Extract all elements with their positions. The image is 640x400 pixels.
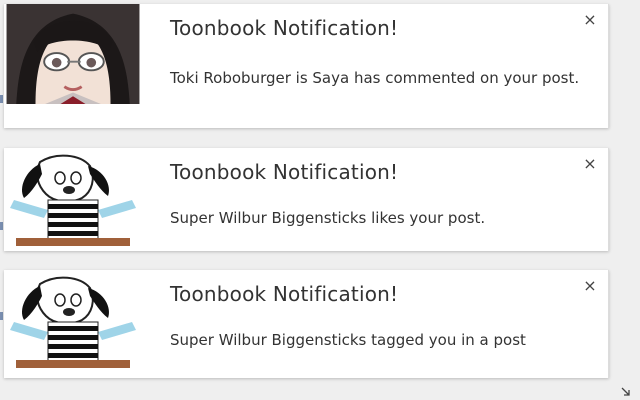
cartoon-dog-avatar-icon	[4, 148, 142, 248]
notification-title: Toonbook Notification!	[170, 16, 399, 40]
edge-mark	[0, 95, 3, 103]
notification-title: Toonbook Notification!	[170, 282, 399, 306]
close-icon[interactable]: ×	[582, 156, 598, 172]
close-icon[interactable]: ×	[582, 12, 598, 28]
avatar	[4, 4, 142, 104]
resize-corner-icon[interactable]	[621, 387, 630, 396]
edge-mark	[0, 222, 3, 230]
avatar	[4, 270, 142, 370]
avatar	[4, 148, 142, 248]
notification-card[interactable]: Toonbook Notification! Toki Roboburger i…	[4, 4, 609, 128]
anime-girl-avatar-icon	[6, 4, 140, 104]
notification-card[interactable]: Toonbook Notification! Super Wilbur Bigg…	[4, 270, 609, 378]
notification-message: Super Wilbur Biggensticks tagged you in …	[170, 331, 526, 349]
cartoon-dog-avatar-icon	[4, 270, 142, 370]
notification-stack: Toonbook Notification! Toki Roboburger i…	[0, 0, 640, 400]
close-icon[interactable]: ×	[582, 278, 598, 294]
notification-card[interactable]: Toonbook Notification! Super Wilbur Bigg…	[4, 148, 609, 251]
notification-title: Toonbook Notification!	[170, 160, 399, 184]
notification-message: Super Wilbur Biggensticks likes your pos…	[170, 209, 486, 227]
edge-mark	[0, 312, 3, 320]
notification-message: Toki Roboburger is Saya has commented on…	[170, 69, 580, 87]
